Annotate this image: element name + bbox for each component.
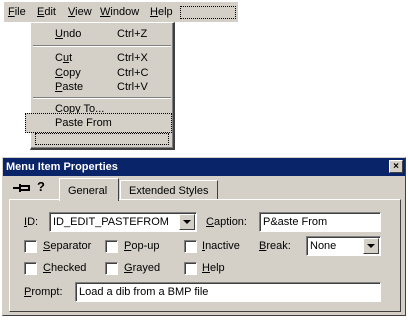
prompt-value: Load a dib from a BMP file [79,286,209,298]
help-label: Help [202,262,225,274]
menu-help[interactable]: Help [150,6,173,18]
menu-item-undo-shortcut: Ctrl+Z [117,28,148,40]
tab-general[interactable]: General [59,178,119,201]
dialog-title: Menu Item Properties [6,161,118,173]
menu-item-copy[interactable]: Copy [55,67,81,79]
menu-item-cut[interactable]: Cut [55,52,72,64]
menu-item-paste-shortcut: Ctrl+V [117,81,148,93]
break-label: Break: [259,240,291,252]
menu-new-item-placeholder[interactable] [35,133,169,145]
separator-label: Separator [43,240,92,252]
menu-item-paste-from-selected[interactable]: Paste From [25,113,172,133]
inactive-checkbox[interactable] [184,240,197,253]
id-combo[interactable]: ID_EDIT_PASTEFROM [49,212,197,232]
checked-label: Checked [43,262,87,274]
tab-extended-styles[interactable]: Extended Styles [120,180,218,200]
dialog-titlebar: Menu Item Properties × [3,158,405,176]
edit-menu-dropdown: Undo Ctrl+Z Cut Ctrl+X Copy Ctrl+C Paste… [25,22,175,150]
menu-item-undo[interactable]: Undo [55,28,81,40]
popup-label: Pop-up [124,240,160,252]
help-checkbox[interactable] [184,262,197,275]
prompt-input[interactable]: Load a dib from a BMP file [75,282,381,302]
caption-value: P&aste From [263,216,328,228]
menu-new-item-placeholder[interactable] [180,6,236,19]
menu-item-copy-shortcut: Ctrl+C [117,67,149,79]
menu-item-paste[interactable]: Paste [55,81,83,93]
menu-file[interactable]: File [8,6,26,18]
chevron-down-icon[interactable] [363,238,379,254]
menu-separator [33,45,171,47]
prompt-label: Prompt: [24,286,63,298]
separator-checkbox[interactable] [24,240,37,253]
checked-checkbox[interactable] [24,262,37,275]
menu-item-paste-from: Paste From [55,117,112,129]
grayed-label: Grayed [124,262,161,274]
caption-label: Caption: [206,216,247,228]
help-icon[interactable]: ? [37,179,45,194]
caption-input[interactable]: P&aste From [259,212,381,232]
menu-bar: File Edit View Window Help [4,2,238,22]
close-icon: × [393,161,399,172]
menu-edit[interactable]: Edit [37,6,56,18]
id-label: ID: [24,216,39,228]
close-button[interactable]: × [389,160,403,173]
menu-window[interactable]: Window [100,6,139,18]
menu-view[interactable]: View [68,6,92,18]
general-tab-panel: ID: ID_EDIT_PASTEFROM Caption: P&aste Fr… [9,199,401,312]
pushpin-icon[interactable] [13,181,31,195]
grayed-checkbox[interactable] [105,262,118,275]
id-value: ID_EDIT_PASTEFROM [53,216,169,228]
break-value: None [310,240,337,252]
inactive-label: Inactive [202,240,240,252]
menu-item-cut-shortcut: Ctrl+X [117,52,148,64]
break-combo[interactable]: None [306,236,381,256]
chevron-down-icon[interactable] [179,214,195,230]
popup-checkbox[interactable] [105,240,118,253]
menu-separator [33,97,171,99]
menu-item-properties-dialog: Menu Item Properties × ? General Extende… [2,157,406,316]
